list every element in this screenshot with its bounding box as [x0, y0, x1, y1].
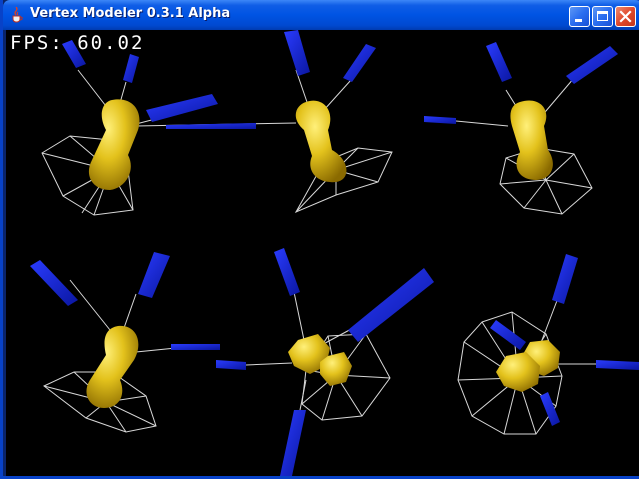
- joint-spheres: [288, 334, 352, 386]
- app-window: Vertex Modeler 0.3.1 Alpha FPS: 60.02: [0, 0, 639, 479]
- maximize-icon: [597, 11, 608, 21]
- window-title: Vertex Modeler 0.3.1 Alpha: [30, 6, 231, 21]
- wireframe-mesh: [294, 147, 393, 214]
- close-button[interactable]: [615, 6, 636, 27]
- mesh-figure[interactable]: [30, 252, 220, 433]
- title-bar[interactable]: Vertex Modeler 0.3.1 Alpha: [3, 0, 639, 30]
- mesh-figure[interactable]: [41, 40, 297, 216]
- java-cup-icon: [12, 7, 23, 23]
- mesh-figure[interactable]: [284, 30, 393, 214]
- mesh-figure[interactable]: [216, 248, 434, 476]
- bone-markers: [284, 30, 376, 82]
- joint-spheres: [510, 100, 553, 180]
- model-scene[interactable]: [6, 30, 639, 476]
- close-icon: [619, 10, 632, 23]
- mesh-figure[interactable]: [457, 254, 639, 435]
- joint-spheres: [496, 340, 560, 392]
- minimize-button[interactable]: [569, 6, 590, 27]
- mesh-figure[interactable]: [424, 42, 618, 215]
- fps-counter: FPS: 60.02: [10, 32, 144, 54]
- joint-spheres: [86, 325, 139, 408]
- minimize-icon: [575, 19, 582, 22]
- joint-spheres: [88, 99, 140, 190]
- maximize-button[interactable]: [592, 6, 613, 27]
- render-viewport[interactable]: FPS: 60.02: [6, 30, 639, 476]
- fps-value: 60.02: [77, 32, 145, 54]
- fps-label: FPS:: [10, 32, 64, 54]
- joint-spheres: [295, 100, 347, 183]
